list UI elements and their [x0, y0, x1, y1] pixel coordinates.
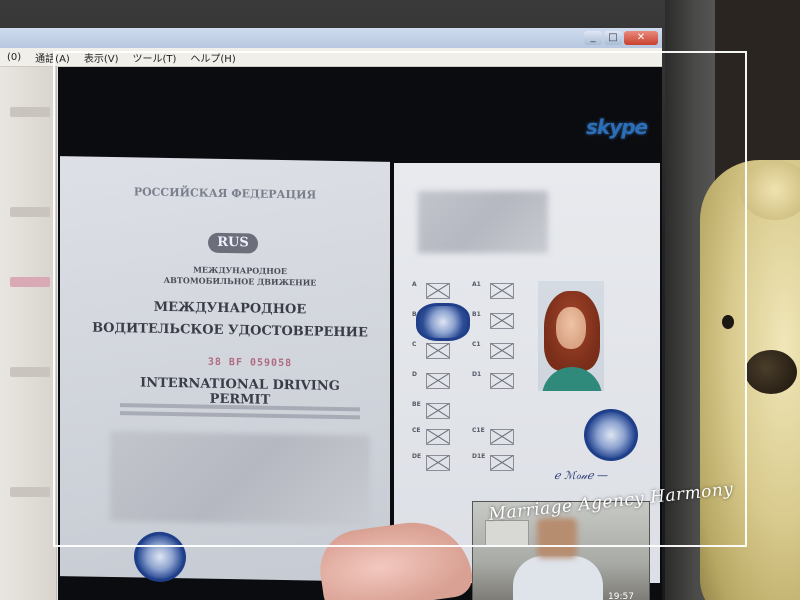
skype-logo: skype — [586, 115, 648, 139]
official-stamp — [416, 303, 470, 341]
country-code-badge: RUS — [208, 232, 258, 254]
sidebar-item[interactable] — [10, 277, 50, 287]
category-box — [490, 283, 514, 299]
permit-small-line: АВТОМОБИЛЬНОЕ ДВИЖЕНИЕ — [163, 274, 317, 288]
selfview-body — [513, 556, 603, 600]
category-label: BE — [412, 401, 421, 408]
photo-shoulders — [542, 367, 602, 391]
menu-item-tools[interactable]: ツール(T) — [125, 50, 183, 65]
sidebar-item[interactable] — [10, 367, 50, 377]
plush-bear-nose — [745, 350, 797, 394]
category-label: A1 — [472, 281, 481, 288]
category-box — [426, 373, 450, 389]
category-box — [426, 283, 450, 299]
category-box — [490, 455, 514, 471]
close-button[interactable]: ✕ — [624, 31, 658, 45]
category-label: D1 — [472, 371, 482, 378]
sidebar-item[interactable] — [10, 487, 50, 497]
holder-photo — [538, 281, 604, 391]
permit-fine-print — [120, 411, 360, 420]
redacted-block — [418, 191, 548, 253]
permit-title-ru: МЕЖДУНАРОДНОЕ — [153, 299, 307, 318]
category-box — [426, 403, 450, 419]
photo-stamp — [584, 409, 638, 461]
video-call-area[interactable]: skype РОССИЙСКАЯ ФЕДЕРАЦИЯ RUS МЕЖДУНАРО… — [58, 67, 662, 600]
category-label: C — [412, 341, 417, 348]
permit-number: 38 BF 059058 — [207, 356, 293, 370]
plush-bear-eye — [722, 315, 734, 329]
category-box — [426, 343, 450, 359]
maximize-button[interactable]: □ — [604, 31, 622, 45]
holder-signature: ℯ ℳℴ𝓊ℯ — — [554, 469, 609, 482]
category-label: D — [412, 371, 417, 378]
contacts-sidebar[interactable] — [0, 67, 57, 600]
permit-left-page: РОССИЙСКАЯ ФЕДЕРАЦИЯ RUS МЕЖДУНАРОДНОЕ А… — [60, 156, 390, 583]
category-box — [490, 313, 514, 329]
category-label: B1 — [472, 311, 481, 318]
photo-face — [556, 307, 586, 349]
category-box — [490, 343, 514, 359]
permit-country: РОССИЙСКАЯ ФЕДЕРАЦИЯ — [133, 185, 317, 202]
selfview-face-blurred — [537, 518, 577, 558]
minimize-button[interactable]: _ — [584, 31, 602, 45]
menubar: (0) 通話(A) 表示(V) ツール(T) ヘルプ(H) — [0, 48, 662, 67]
category-box — [490, 429, 514, 445]
photo-scene: _ □ ✕ (0) 通話(A) 表示(V) ツール(T) ヘルプ(H) skyp… — [0, 0, 800, 600]
category-label: CE — [412, 427, 421, 434]
category-label: A — [412, 281, 417, 288]
category-box — [426, 429, 450, 445]
redacted-block — [110, 430, 370, 526]
menu-item-view[interactable]: 表示(V) — [77, 50, 126, 65]
window-titlebar[interactable]: _ □ ✕ — [0, 28, 662, 48]
menu-item-help[interactable]: ヘルプ(H) — [183, 50, 242, 65]
menu-item-0[interactable]: (0) — [0, 52, 28, 63]
category-box — [490, 373, 514, 389]
official-stamp — [134, 531, 186, 583]
category-box — [426, 455, 450, 471]
sidebar-item[interactable] — [10, 207, 50, 217]
sidebar-item[interactable] — [10, 107, 50, 117]
category-label: DE — [412, 453, 422, 460]
menu-item-call[interactable]: 通話(A) — [28, 50, 77, 65]
permit-title-ru: ВОДИТЕЛЬСКОЕ УДОСТОВЕРЕНИЕ — [92, 320, 368, 341]
category-label: D1E — [472, 453, 486, 460]
taskbar-clock: 19:57 — [608, 592, 634, 600]
category-label: C1E — [472, 427, 485, 434]
category-label: C1 — [472, 341, 481, 348]
